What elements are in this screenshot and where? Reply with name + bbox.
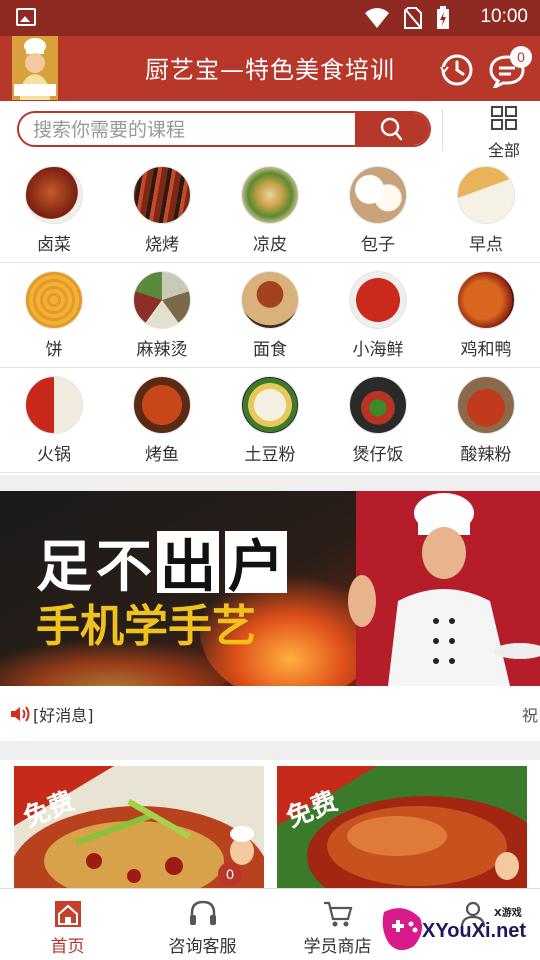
tab-customer-service[interactable]: 咨询客服: [135, 889, 270, 960]
notice-text: [好消息]: [33, 706, 94, 725]
banner-art: 足 不 出 户 手机学手艺: [0, 491, 540, 686]
category-item[interactable]: 煲仔饭: [324, 368, 432, 472]
category-row: 饼 麻辣烫 面食 小海鲜 鸡和鸭: [0, 263, 540, 368]
category-item[interactable]: 酸辣粉: [432, 368, 540, 472]
category-label: 凉皮: [253, 235, 287, 255]
category-label: 小海鲜: [352, 340, 404, 360]
app-header: 厨艺宝—特色美食培训: [0, 36, 540, 101]
image-icon: [16, 8, 36, 26]
tab-label: 咨询客服: [168, 937, 237, 957]
category-image: [349, 271, 407, 329]
search-bar: 全部: [0, 101, 540, 160]
watermark: X游戏 XYouXi.net: [380, 896, 540, 956]
category-image: [241, 271, 299, 329]
category-label: 面食: [253, 340, 287, 360]
promo-banner[interactable]: 足 不 出 户 手机学手艺: [0, 491, 540, 686]
status-time: 10:00: [480, 6, 528, 27]
search-icon: [380, 117, 403, 141]
category-item[interactable]: 凉皮: [216, 158, 324, 262]
divider: [442, 109, 443, 151]
category-label: 饼: [45, 340, 63, 360]
notice-scroll-text: 祝: [521, 706, 538, 725]
history-icon[interactable]: [440, 53, 474, 87]
wifi-icon: [365, 8, 389, 28]
search-button[interactable]: [355, 113, 429, 145]
all-categories-button[interactable]: 全部: [478, 106, 530, 160]
message-badge: 0: [510, 46, 532, 68]
category-image: [25, 166, 83, 224]
category-item[interactable]: 鸡和鸭: [432, 263, 540, 367]
category-row: 火锅 烤鱼 土豆粉 煲仔饭 酸辣粉: [0, 368, 540, 473]
category-item[interactable]: 包子: [324, 158, 432, 262]
watermark-top-text: X游戏: [494, 908, 522, 919]
category-image: [457, 376, 515, 434]
battery-charging-icon: [437, 6, 449, 29]
category-image: [349, 376, 407, 434]
tab-home[interactable]: 首页: [0, 889, 135, 960]
category-item[interactable]: 火锅: [0, 368, 108, 472]
chef-logo: [12, 36, 58, 100]
headset-icon: [190, 900, 216, 925]
category-image: [25, 271, 83, 329]
category-item[interactable]: 卤菜: [0, 158, 108, 262]
category-image: [133, 271, 191, 329]
category-image: [133, 166, 191, 224]
grid-icon: [491, 106, 517, 130]
course-card[interactable]: 免费: [277, 766, 527, 890]
banner-char: 出: [160, 535, 216, 600]
course-thumbnail: 免费: [277, 766, 527, 890]
search-box: [17, 111, 431, 147]
search-input[interactable]: [33, 115, 353, 145]
category-label: 麻辣烫: [136, 340, 188, 360]
category-image: [241, 166, 299, 224]
category-image: [457, 166, 515, 224]
category-label: 火锅: [37, 445, 71, 465]
banner-char: 户: [228, 535, 284, 600]
category-item[interactable]: 早点: [432, 158, 540, 262]
category-item[interactable]: 小海鲜: [324, 263, 432, 367]
category-label: 早点: [469, 235, 503, 255]
status-bar: 10:00: [0, 0, 540, 36]
category-label: 包子: [361, 235, 395, 255]
watermark-text: XYouXi.net: [422, 920, 527, 942]
category-item[interactable]: 饼: [0, 263, 108, 367]
tab-label: 首页: [50, 937, 85, 957]
gamepad-logo: [382, 908, 422, 951]
cart-icon: [324, 901, 353, 927]
category-image: [25, 376, 83, 434]
speaker-icon: [11, 706, 30, 722]
category-image: [349, 166, 407, 224]
home-icon: [55, 901, 81, 927]
category-item[interactable]: 麻辣烫: [108, 263, 216, 367]
notice-bar[interactable]: [好消息] 祝: [0, 686, 540, 741]
banner-subtitle: 手机学手艺: [36, 601, 256, 652]
category-image: [133, 376, 191, 434]
category-label: 鸡和鸭: [460, 340, 512, 360]
category-item[interactable]: 面食: [216, 263, 324, 367]
category-item[interactable]: 土豆粉: [216, 368, 324, 472]
course-list: 免费 免费: [0, 760, 540, 890]
category-label: 卤菜: [37, 235, 71, 255]
category-label: 土豆粉: [244, 445, 296, 465]
category-image: [457, 271, 515, 329]
no-sim-icon: [404, 7, 422, 29]
service-badge: 0: [218, 862, 242, 886]
banner-char: 足: [36, 535, 92, 600]
banner-char: 不: [96, 535, 152, 600]
category-row: 卤菜 烧烤 凉皮 包子 早点: [0, 158, 540, 263]
category-item[interactable]: 烤鱼: [108, 368, 216, 472]
category-label: 烤鱼: [145, 445, 179, 465]
app-title: 厨艺宝—特色美食培训: [145, 56, 395, 84]
category-label: 酸辣粉: [460, 445, 512, 465]
category-item[interactable]: 烧烤: [108, 158, 216, 262]
category-grid: 卤菜 烧烤 凉皮 包子 早点 饼 麻辣烫 面食 小海鲜 鸡和鸭 火锅 烤鱼 土豆…: [0, 158, 540, 475]
category-image: [241, 376, 299, 434]
category-label: 煲仔饭: [352, 445, 404, 465]
category-label: 烧烤: [145, 235, 179, 255]
